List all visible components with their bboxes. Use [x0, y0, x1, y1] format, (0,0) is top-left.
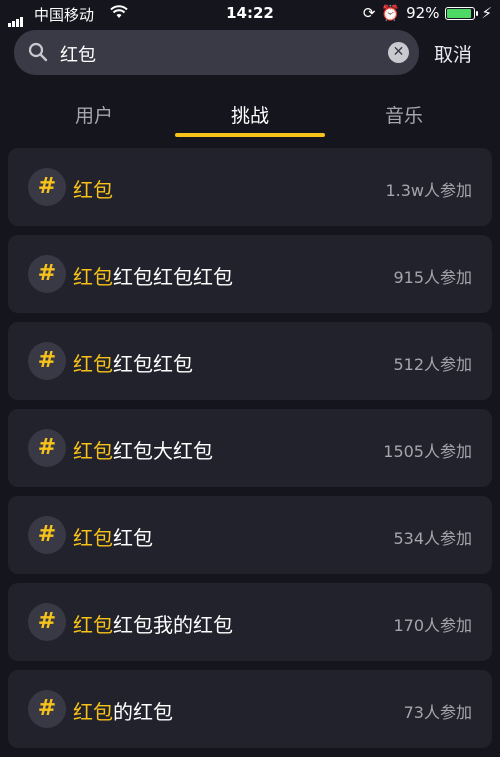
title-highlight: 红包	[73, 439, 113, 463]
hashtag-icon: #	[28, 690, 66, 728]
participant-count: 1.3w人参加	[385, 181, 472, 200]
title-highlight: 红包	[73, 178, 113, 202]
tab-users[interactable]: 用户	[34, 101, 154, 128]
tab-challenges[interactable]: 挑战	[190, 101, 310, 128]
title-rest: 红包红包	[113, 352, 193, 376]
challenge-title: 红包红包大红包	[73, 435, 213, 464]
participant-count: 534人参加	[393, 529, 472, 548]
tab-bar: 用户 挑战 音乐	[0, 95, 500, 143]
participant-count: 73人参加	[403, 703, 472, 722]
search-icon	[28, 42, 48, 62]
participant-count: 915人参加	[393, 268, 472, 287]
challenge-title: 红包红包红包红包	[73, 261, 233, 290]
clear-icon[interactable]: ✕	[388, 42, 409, 63]
list-item[interactable]: # 红包 1.3w人参加	[8, 148, 492, 226]
hashtag-icon: #	[28, 255, 66, 293]
search-input[interactable]: 红包	[60, 41, 96, 67]
battery-icon	[445, 6, 479, 20]
status-bar: 中国移动 14:22 ⟳ ⏰ 92% ⚡	[0, 0, 500, 28]
title-highlight: 红包	[73, 700, 113, 724]
orientation-lock-icon: ⟳	[362, 4, 376, 22]
title-highlight: 红包	[73, 526, 113, 550]
hashtag-icon: #	[28, 168, 66, 206]
participant-count: 170人参加	[393, 616, 472, 635]
alarm-icon: ⏰	[381, 4, 401, 22]
search-bar[interactable]: 红包 ✕	[14, 30, 419, 75]
hashtag-icon: #	[28, 342, 66, 380]
status-right: ⟳ ⏰ 92% ⚡	[363, 4, 492, 22]
challenge-title: 红包红包	[73, 522, 153, 551]
title-rest: 红包我的红包	[113, 613, 233, 637]
active-tab-indicator	[175, 133, 325, 137]
hashtag-icon: #	[28, 429, 66, 467]
cancel-button[interactable]: 取消	[434, 40, 472, 67]
title-rest: 的红包	[113, 700, 173, 724]
challenge-title: 红包	[73, 174, 113, 203]
title-highlight: 红包	[73, 613, 113, 637]
title-highlight: 红包	[73, 265, 113, 289]
title-rest: 红包红包红包	[113, 265, 233, 289]
participant-count: 1505人参加	[383, 442, 472, 461]
charging-icon: ⚡	[481, 4, 492, 22]
challenge-title: 红包红包我的红包	[73, 609, 233, 638]
title-rest: 红包	[113, 526, 153, 550]
hashtag-icon: #	[28, 603, 66, 641]
title-highlight: 红包	[73, 352, 113, 376]
list-item[interactable]: # 红包红包红包 512人参加	[8, 322, 492, 400]
list-item[interactable]: # 红包红包 534人参加	[8, 496, 492, 574]
results-list: # 红包 1.3w人参加 # 红包红包红包红包 915人参加 # 红包红包红包 …	[8, 148, 492, 757]
challenge-title: 红包红包红包	[73, 348, 193, 377]
list-item[interactable]: # 红包的红包 73人参加	[8, 670, 492, 748]
participant-count: 512人参加	[393, 355, 472, 374]
title-rest: 红包大红包	[113, 439, 213, 463]
tab-music[interactable]: 音乐	[344, 101, 464, 128]
hashtag-icon: #	[28, 516, 66, 554]
list-item[interactable]: # 红包红包红包红包 915人参加	[8, 235, 492, 313]
battery-percent: 92%	[406, 4, 440, 22]
list-item[interactable]: # 红包红包大红包 1505人参加	[8, 409, 492, 487]
list-item[interactable]: # 红包红包我的红包 170人参加	[8, 583, 492, 661]
